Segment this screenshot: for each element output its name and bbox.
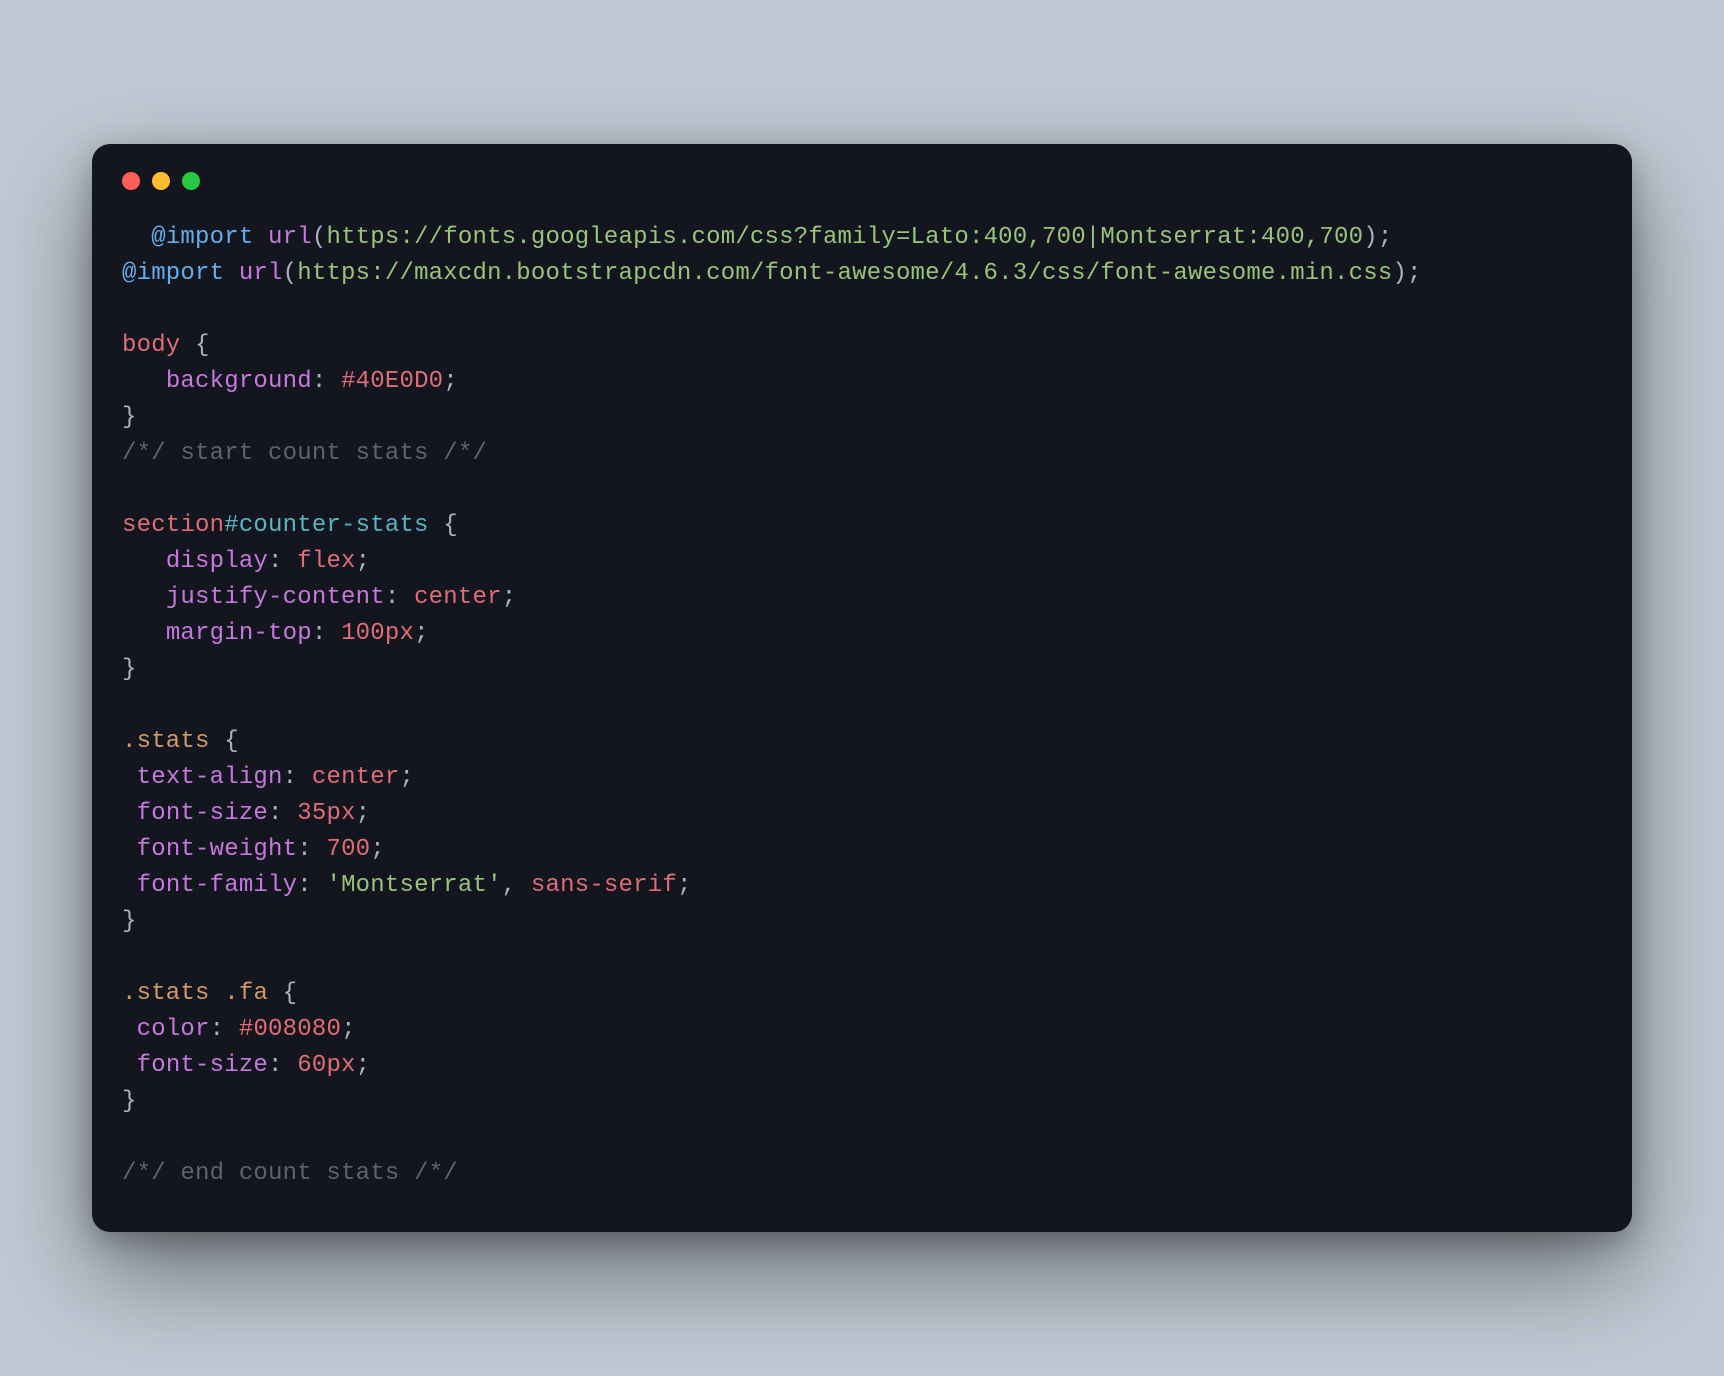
code-line: font-weight: 700; [122,836,385,863]
zoom-icon[interactable] [182,172,200,190]
code-line: @import url(https://fonts.googleapis.com… [122,224,1392,251]
code-line: .stats .fa { [122,980,297,1007]
code-line: font-size: 35px; [122,800,370,827]
code-line: text-align: center; [122,764,414,791]
editor-window: @import url(https://fonts.googleapis.com… [92,144,1632,1232]
code-editor[interactable]: @import url(https://fonts.googleapis.com… [92,210,1632,1192]
code-line: /*/ start count stats /*/ [122,440,487,467]
code-line: font-size: 60px; [122,1052,370,1079]
code-line: /*/ end count stats /*/ [122,1160,458,1187]
code-line: } [122,404,137,431]
minimize-icon[interactable] [152,172,170,190]
code-line: justify-content: center; [122,584,516,611]
code-line: color: #008080; [122,1016,356,1043]
close-icon[interactable] [122,172,140,190]
code-line: margin-top: 100px; [122,620,429,647]
code-line: section#counter-stats { [122,512,458,539]
code-line: background: #40E0D0; [122,368,458,395]
code-line: @import url(https://maxcdn.bootstrapcdn.… [122,260,1422,287]
code-line: .stats { [122,728,239,755]
code-line: } [122,908,137,935]
code-line: } [122,656,137,683]
code-line: display: flex; [122,548,370,575]
code-line: body { [122,332,210,359]
code-line: font-family: 'Montserrat', sans-serif; [122,872,692,899]
window-titlebar [92,144,1632,210]
code-line: } [122,1088,137,1115]
